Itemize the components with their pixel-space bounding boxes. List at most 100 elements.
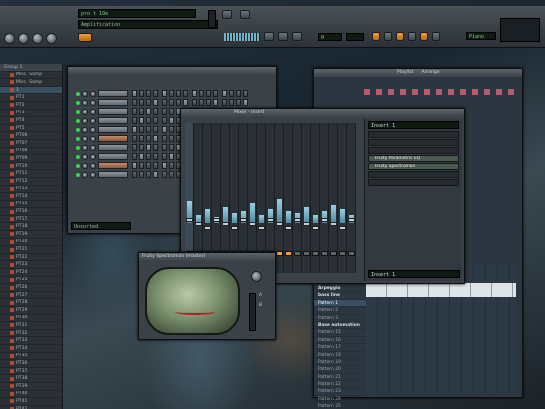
step-button[interactable] [222, 99, 227, 106]
preset-selector[interactable]: Insert 1 [368, 121, 459, 129]
step-button[interactable] [243, 99, 248, 106]
step-button[interactable] [169, 99, 174, 106]
browser-item[interactable]: PT20 [0, 239, 62, 247]
step-button[interactable] [139, 162, 144, 169]
menu-button[interactable] [222, 10, 232, 19]
channel-name-button[interactable] [98, 171, 128, 178]
browser-item[interactable]: PT08 [0, 148, 62, 156]
effect-slot[interactable]: Fruity Parametric EQ [368, 155, 459, 162]
playlist-pattern-row[interactable]: Pattern 25 [314, 403, 366, 409]
step-button[interactable] [139, 144, 144, 151]
step-button[interactable] [206, 99, 211, 106]
channel-pan-knob[interactable] [82, 108, 88, 115]
step-button[interactable] [236, 99, 241, 106]
step-button[interactable] [162, 108, 167, 115]
browser-item[interactable]: Misc. Samp [0, 79, 62, 87]
channel-name-button[interactable] [98, 144, 128, 151]
browser-item[interactable]: PT15 [0, 201, 62, 209]
step-button[interactable] [153, 162, 158, 169]
playlist-pattern-row[interactable]: Pattern 24 [314, 396, 366, 404]
tool-button-c[interactable] [408, 32, 416, 41]
browser-item[interactable]: PT33 [0, 337, 62, 345]
channel-name-button[interactable] [98, 126, 128, 133]
channel-volume-knob[interactable] [90, 108, 96, 115]
step-button[interactable] [146, 108, 151, 115]
browser-item[interactable]: PT37 [0, 368, 62, 376]
channel-name-button[interactable] [98, 153, 128, 160]
channel-mute-led[interactable] [76, 127, 80, 132]
browser-item[interactable]: PT26 [0, 284, 62, 292]
browser-item[interactable]: PT40 [0, 391, 62, 399]
channel-volume-knob[interactable] [90, 144, 96, 151]
step-button[interactable] [176, 90, 181, 97]
channel-pan-knob[interactable] [82, 90, 88, 97]
step-button[interactable] [146, 117, 151, 124]
step-button[interactable] [132, 99, 137, 106]
step-button[interactable] [146, 171, 151, 178]
browser-item[interactable]: PT10 [0, 163, 62, 171]
channel-mute-led[interactable] [76, 109, 80, 114]
track-route-button[interactable] [294, 251, 301, 256]
effect-slot[interactable] [368, 131, 459, 138]
mixer-toggle[interactable] [240, 10, 250, 19]
step-button[interactable] [132, 90, 137, 97]
step-button[interactable] [132, 144, 137, 151]
step-button[interactable] [243, 90, 248, 97]
step-button[interactable] [213, 90, 218, 97]
channel-mute-led[interactable] [76, 118, 80, 123]
track-route-button[interactable] [348, 251, 355, 256]
gain-slider[interactable] [249, 293, 256, 331]
master-pitch-knob[interactable] [18, 33, 29, 44]
browser-item[interactable]: PT12 [0, 178, 62, 186]
browser-item[interactable]: Misc. Samp [0, 72, 62, 80]
browser-item[interactable]: PT14 [0, 193, 62, 201]
step-button[interactable] [162, 90, 167, 97]
step-button[interactable] [146, 90, 151, 97]
channel-volume-knob[interactable] [90, 162, 96, 169]
playlist-pattern-row[interactable]: Pattern 15 [314, 329, 366, 337]
filter-display[interactable]: Unsorted [71, 222, 131, 230]
playlist-pattern-row[interactable]: Pattern 1 [314, 299, 366, 308]
step-button[interactable] [183, 99, 188, 106]
track-fader[interactable] [222, 222, 229, 226]
step-button[interactable] [139, 171, 144, 178]
step-button[interactable] [153, 153, 158, 160]
step-button[interactable] [146, 144, 151, 151]
browser-item[interactable]: PT2 [0, 102, 62, 110]
channel-mute-led[interactable] [76, 91, 80, 96]
step-button[interactable] [139, 126, 144, 133]
browser-item[interactable]: PT25 [0, 277, 62, 285]
browser-item[interactable]: PT16 [0, 208, 62, 216]
playlist-pattern-row[interactable]: Pattern 22 [314, 381, 366, 389]
song-title-display[interactable]: pro t 10e [78, 9, 196, 18]
channel-name-button[interactable] [98, 117, 128, 124]
timeline-ruler[interactable] [364, 89, 514, 95]
track-route-button[interactable] [330, 251, 337, 256]
track-fader[interactable] [231, 226, 238, 230]
channel-name-button[interactable] [98, 99, 128, 106]
track-fader[interactable] [186, 218, 193, 222]
knob-3[interactable] [32, 33, 43, 44]
step-button[interactable] [229, 99, 234, 106]
step-button[interactable] [153, 117, 158, 124]
track-fader[interactable] [240, 218, 247, 222]
track-fader[interactable] [204, 226, 211, 230]
track-fader[interactable] [312, 226, 319, 230]
step-button[interactable] [162, 117, 167, 124]
effect-slot[interactable] [368, 179, 459, 186]
channel-mute-led[interactable] [76, 100, 80, 105]
channel-volume-knob[interactable] [90, 171, 96, 178]
channel-mute-led[interactable] [76, 172, 80, 177]
step-button[interactable] [153, 90, 158, 97]
channel-mute-led[interactable] [76, 154, 80, 159]
step-button[interactable] [153, 144, 158, 151]
step-button[interactable] [199, 99, 204, 106]
snap-button[interactable] [372, 32, 380, 41]
step-button[interactable] [222, 90, 227, 97]
track-route-button[interactable] [339, 251, 346, 256]
browser-item[interactable]: PT5 [0, 125, 62, 133]
channel-pan-knob[interactable] [82, 171, 88, 178]
channel-pan-knob[interactable] [82, 144, 88, 151]
playlist-pattern-row[interactable]: Pattern 19 [314, 359, 366, 367]
step-button[interactable] [206, 90, 211, 97]
